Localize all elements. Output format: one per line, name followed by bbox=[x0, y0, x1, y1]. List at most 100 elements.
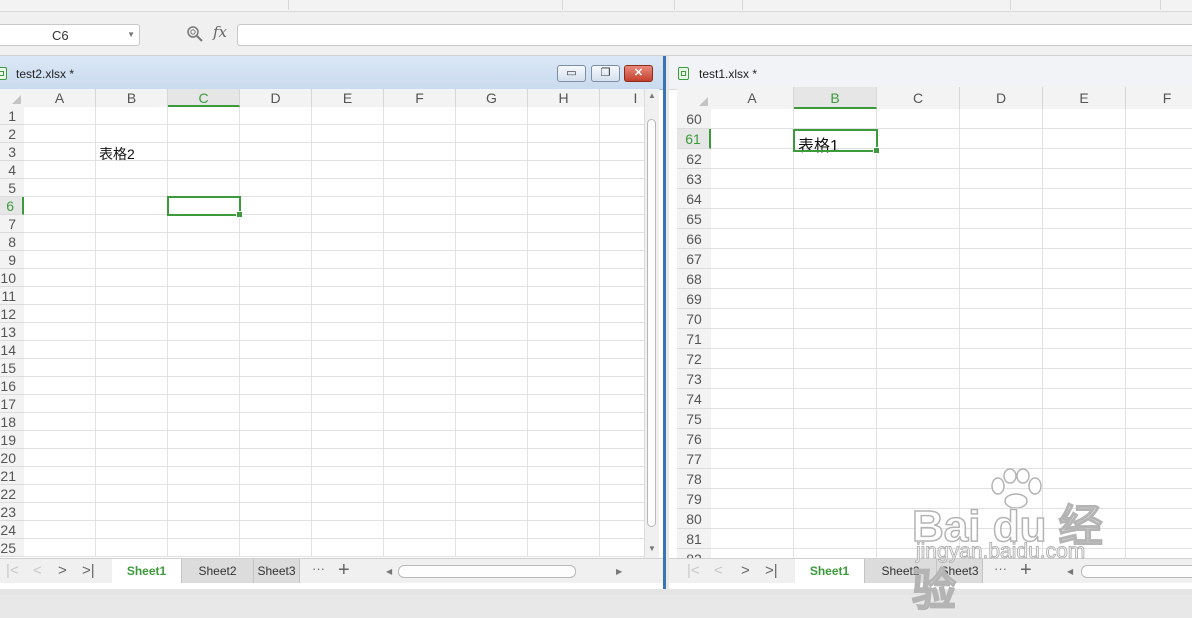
row-header-71[interactable]: 71 bbox=[677, 329, 711, 349]
column-header-c[interactable]: C bbox=[877, 87, 960, 109]
row-header-69[interactable]: 69 bbox=[677, 289, 711, 309]
tab-sheet3[interactable]: Sheet3 bbox=[254, 559, 300, 583]
next-sheet-icon[interactable]: > bbox=[741, 562, 750, 579]
row-header-5[interactable]: 5 bbox=[0, 179, 24, 197]
close-button[interactable]: ✕ bbox=[624, 65, 653, 82]
add-sheet-icon[interactable]: + bbox=[338, 559, 350, 582]
horizontal-scroll-thumb[interactable] bbox=[398, 565, 576, 578]
last-sheet-icon[interactable]: >| bbox=[765, 562, 778, 579]
row-header-22[interactable]: 22 bbox=[0, 485, 24, 503]
column-header-a[interactable]: A bbox=[24, 89, 96, 107]
column-header-e[interactable]: E bbox=[312, 89, 384, 107]
name-box[interactable]: C6 ▼ bbox=[0, 24, 140, 46]
active-cell-c6[interactable] bbox=[167, 196, 243, 218]
row-header-77[interactable]: 77 bbox=[677, 449, 711, 469]
row-header-9[interactable]: 9 bbox=[0, 251, 24, 269]
next-sheet-icon[interactable]: > bbox=[58, 562, 67, 579]
row-header-24[interactable]: 24 bbox=[0, 521, 24, 539]
cell-grid[interactable]: 表格2 bbox=[24, 107, 644, 557]
row-header-74[interactable]: 74 bbox=[677, 389, 711, 409]
column-header-f[interactable]: F bbox=[1126, 87, 1192, 109]
row-header-7[interactable]: 7 bbox=[0, 215, 24, 233]
row-header-8[interactable]: 8 bbox=[0, 233, 24, 251]
row-header-66[interactable]: 66 bbox=[677, 229, 711, 249]
row-header-80[interactable]: 80 bbox=[677, 509, 711, 529]
row-header-25[interactable]: 25 bbox=[0, 539, 24, 557]
column-header-c[interactable]: C bbox=[168, 89, 240, 107]
row-header-23[interactable]: 23 bbox=[0, 503, 24, 521]
select-all-corner[interactable] bbox=[0, 89, 25, 108]
tab-sheet2[interactable]: Sheet2 bbox=[182, 559, 254, 583]
row-header-6[interactable]: 6 bbox=[0, 197, 24, 215]
row-header-17[interactable]: 17 bbox=[0, 395, 24, 413]
prev-sheet-icon[interactable]: < bbox=[33, 562, 42, 579]
row-header-63[interactable]: 63 bbox=[677, 169, 711, 189]
column-header-f[interactable]: F bbox=[384, 89, 456, 107]
column-header-i[interactable]: I bbox=[600, 89, 672, 107]
row-header-14[interactable]: 14 bbox=[0, 341, 24, 359]
more-sheets-icon[interactable]: ··· bbox=[312, 561, 325, 576]
row-header-62[interactable]: 62 bbox=[677, 149, 711, 169]
row-header-60[interactable]: 60 bbox=[677, 109, 711, 129]
first-sheet-icon[interactable]: |< bbox=[6, 562, 19, 579]
row-header-79[interactable]: 79 bbox=[677, 489, 711, 509]
row-header-15[interactable]: 15 bbox=[0, 359, 24, 377]
row-header-72[interactable]: 72 bbox=[677, 349, 711, 369]
row-header-20[interactable]: 20 bbox=[0, 449, 24, 467]
row-header-76[interactable]: 76 bbox=[677, 429, 711, 449]
vertical-scroll-thumb[interactable] bbox=[647, 119, 656, 527]
select-all-corner[interactable] bbox=[677, 87, 712, 110]
scroll-left-icon[interactable]: ◀ bbox=[386, 567, 392, 576]
column-header-d[interactable]: D bbox=[240, 89, 312, 107]
column-header-g[interactable]: G bbox=[456, 89, 528, 107]
fx-icon[interactable]: fx bbox=[213, 23, 227, 41]
first-sheet-icon[interactable]: |< bbox=[687, 562, 700, 579]
prev-sheet-icon[interactable]: < bbox=[714, 562, 723, 579]
row-header-10[interactable]: 10 bbox=[0, 269, 24, 287]
cell-b3[interactable]: 表格2 bbox=[99, 144, 135, 164]
row-header-21[interactable]: 21 bbox=[0, 467, 24, 485]
restore-button[interactable]: ❐ bbox=[591, 65, 620, 82]
row-header-1[interactable]: 1 bbox=[0, 107, 24, 125]
row-header-19[interactable]: 19 bbox=[0, 431, 24, 449]
row-header-73[interactable]: 73 bbox=[677, 369, 711, 389]
scroll-right-icon[interactable]: ▶ bbox=[616, 567, 622, 576]
row-header-3[interactable]: 3 bbox=[0, 143, 24, 161]
row-header-75[interactable]: 75 bbox=[677, 409, 711, 429]
horizontal-scrollbar[interactable]: ◀ ▶ bbox=[372, 563, 634, 579]
last-sheet-icon[interactable]: >| bbox=[82, 562, 95, 579]
chevron-down-icon[interactable]: ▼ bbox=[127, 30, 135, 39]
column-header-a[interactable]: A bbox=[711, 87, 794, 109]
column-header-e[interactable]: E bbox=[1043, 87, 1126, 109]
row-header-12[interactable]: 12 bbox=[0, 305, 24, 323]
scroll-up-icon[interactable]: ▲ bbox=[648, 91, 656, 100]
formula-input[interactable] bbox=[237, 24, 1192, 46]
row-header-70[interactable]: 70 bbox=[677, 309, 711, 329]
row-header-11[interactable]: 11 bbox=[0, 287, 24, 305]
row-header-4[interactable]: 4 bbox=[0, 161, 24, 179]
row-header-18[interactable]: 18 bbox=[0, 413, 24, 431]
active-cell-b61[interactable] bbox=[793, 129, 880, 154]
column-header-b[interactable]: B bbox=[96, 89, 168, 107]
tab-sheet1[interactable]: Sheet1 bbox=[112, 559, 182, 583]
row-header-68[interactable]: 68 bbox=[677, 269, 711, 289]
row-header-61[interactable]: 61 bbox=[677, 129, 711, 149]
workbook-window-test2[interactable]: test2.xlsx * ▭ ❐ ✕ ABCDEFGHI 1 2 3 4 5 6 7 8 9 10… bbox=[0, 56, 672, 589]
zoom-icon[interactable] bbox=[186, 25, 204, 43]
row-header-78[interactable]: 78 bbox=[677, 469, 711, 489]
scroll-down-icon[interactable]: ▼ bbox=[648, 544, 656, 553]
row-header-16[interactable]: 16 bbox=[0, 377, 24, 395]
row-header-81[interactable]: 81 bbox=[677, 529, 711, 549]
vertical-scrollbar[interactable]: ▲ ▼ bbox=[644, 89, 659, 558]
row-header-67[interactable]: 67 bbox=[677, 249, 711, 269]
row-header-65[interactable]: 65 bbox=[677, 209, 711, 229]
row-header-2[interactable]: 2 bbox=[0, 125, 24, 143]
title-bar[interactable]: test1.xlsx * bbox=[669, 56, 1192, 90]
title-bar[interactable]: test2.xlsx * ▭ ❐ ✕ bbox=[0, 56, 663, 90]
column-header-d[interactable]: D bbox=[960, 87, 1043, 109]
column-header-h[interactable]: H bbox=[528, 89, 600, 107]
column-header-b[interactable]: B bbox=[794, 87, 877, 109]
minimize-button[interactable]: ▭ bbox=[557, 65, 586, 82]
row-header-13[interactable]: 13 bbox=[0, 323, 24, 341]
row-header-64[interactable]: 64 bbox=[677, 189, 711, 209]
